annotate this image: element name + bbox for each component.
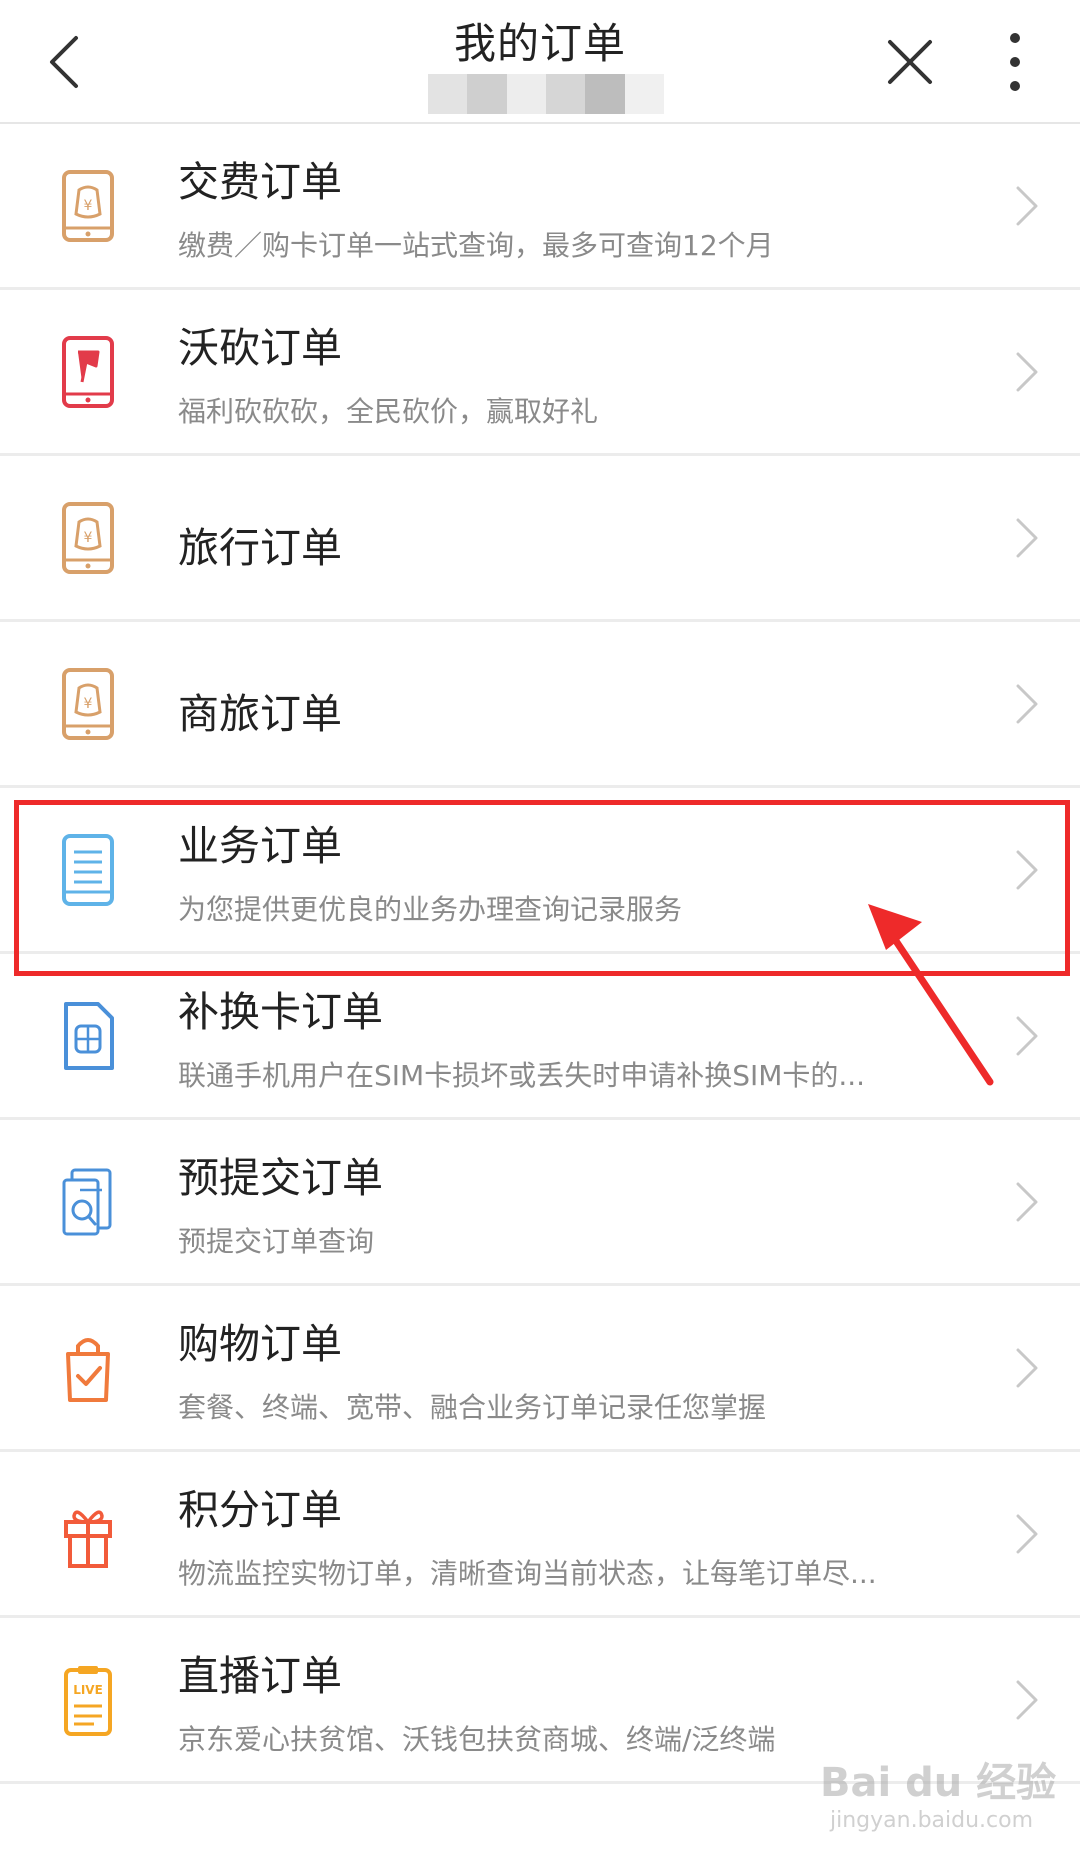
axe-phone-icon bbox=[60, 335, 116, 408]
order-category-title: 直播订单 bbox=[178, 1652, 342, 1700]
order-category-item-4[interactable]: ¥ 商旅订单 bbox=[0, 622, 1080, 788]
redaction-block bbox=[545, 74, 586, 114]
live-clipboard-icon: LIVE bbox=[60, 1664, 116, 1736]
order-category-description: 联通手机用户在SIM卡损坏或丢失时申请补换SIM卡的... bbox=[178, 1059, 866, 1092]
chevron-right-icon bbox=[1016, 684, 1038, 723]
order-category-item-3[interactable]: ¥ 旅行订单 bbox=[0, 456, 1080, 622]
order-category-title: 补换卡订单 bbox=[178, 988, 383, 1036]
money-phone-icon: ¥ bbox=[60, 501, 116, 574]
order-category-list: ¥ 交费订单 缴费／购卡订单一站式查询，最多可查询12个月 沃砍订单 福利砍砍砍… bbox=[0, 124, 1080, 1784]
svg-text:¥: ¥ bbox=[84, 696, 93, 712]
sim-card-icon bbox=[60, 1000, 116, 1072]
order-category-title: 旅行订单 bbox=[178, 524, 342, 572]
chevron-right-icon bbox=[1016, 850, 1038, 889]
top-navigation-bar: 我的订单 bbox=[0, 0, 1080, 124]
order-category-item-7[interactable]: 预提交订单 预提交订单查询 bbox=[0, 1120, 1080, 1286]
more-vertical-icon bbox=[1010, 33, 1020, 91]
close-icon bbox=[888, 40, 932, 84]
svg-text:¥: ¥ bbox=[84, 530, 93, 546]
chevron-right-icon bbox=[1016, 186, 1038, 225]
gift-icon bbox=[60, 1498, 116, 1570]
order-category-item-5[interactable]: 业务订单 为您提供更优良的业务办理查询记录服务 bbox=[0, 788, 1080, 954]
order-category-item-6[interactable]: 补换卡订单 联通手机用户在SIM卡损坏或丢失时申请补换SIM卡的... bbox=[0, 954, 1080, 1120]
close-button[interactable] bbox=[870, 22, 950, 102]
order-category-description: 京东爱心扶贫馆、沃钱包扶贫商城、终端/泛终端 bbox=[178, 1723, 776, 1756]
document-search-icon bbox=[60, 1166, 116, 1238]
svg-text:¥: ¥ bbox=[84, 198, 93, 214]
chevron-right-icon bbox=[1016, 1182, 1038, 1221]
order-category-description: 预提交订单查询 bbox=[178, 1225, 375, 1258]
redaction-block bbox=[624, 74, 664, 114]
redaction-block bbox=[506, 74, 546, 114]
money-phone-icon: ¥ bbox=[60, 169, 116, 242]
order-category-item-1[interactable]: ¥ 交费订单 缴费／购卡订单一站式查询，最多可查询12个月 bbox=[0, 124, 1080, 290]
order-category-description: 福利砍砍砍，全民砍价，赢取好礼 bbox=[178, 395, 599, 428]
chevron-right-icon bbox=[1016, 1680, 1038, 1719]
redaction-block bbox=[467, 74, 507, 114]
order-category-title: 积分订单 bbox=[178, 1486, 342, 1534]
svg-text:LIVE: LIVE bbox=[73, 1683, 103, 1697]
order-category-description: 缴费／购卡订单一站式查询，最多可查询12个月 bbox=[178, 229, 774, 262]
redacted-phone-number bbox=[428, 74, 664, 114]
redaction-block bbox=[585, 74, 625, 114]
order-category-description: 套餐、终端、宽带、融合业务订单记录任您掌握 bbox=[178, 1391, 767, 1424]
money-phone-icon: ¥ bbox=[60, 667, 116, 740]
order-category-item-10[interactable]: LIVE 直播订单 京东爱心扶贫馆、沃钱包扶贫商城、终端/泛终端 bbox=[0, 1618, 1080, 1784]
order-category-description: 物流监控实物订单，清晰查询当前状态，让每笔订单尽... bbox=[178, 1557, 877, 1590]
chevron-right-icon bbox=[1016, 1016, 1038, 1055]
order-category-title: 购物订单 bbox=[178, 1320, 342, 1368]
watermark-url: jingyan.baidu.com bbox=[830, 1808, 1034, 1833]
order-category-title: 沃砍订单 bbox=[178, 324, 342, 372]
order-category-title: 业务订单 bbox=[178, 822, 342, 870]
order-category-item-2[interactable]: 沃砍订单 福利砍砍砍，全民砍价，赢取好礼 bbox=[0, 290, 1080, 456]
order-category-title: 预提交订单 bbox=[178, 1154, 383, 1202]
order-category-description: 为您提供更优良的业务办理查询记录服务 bbox=[178, 893, 683, 926]
chevron-right-icon bbox=[1016, 352, 1038, 391]
chevron-right-icon bbox=[1016, 1348, 1038, 1387]
order-category-title: 商旅订单 bbox=[178, 690, 342, 738]
order-category-title: 交费订单 bbox=[178, 158, 342, 206]
chevron-right-icon bbox=[1016, 1514, 1038, 1553]
document-phone-icon bbox=[60, 833, 116, 906]
order-category-item-8[interactable]: 购物订单 套餐、终端、宽带、融合业务订单记录任您掌握 bbox=[0, 1286, 1080, 1452]
chevron-right-icon bbox=[1016, 518, 1038, 557]
shopping-bag-icon bbox=[60, 1332, 116, 1404]
redaction-block bbox=[428, 74, 468, 114]
more-options-button[interactable] bbox=[975, 22, 1055, 102]
order-category-item-9[interactable]: 积分订单 物流监控实物订单，清晰查询当前状态，让每笔订单尽... bbox=[0, 1452, 1080, 1618]
